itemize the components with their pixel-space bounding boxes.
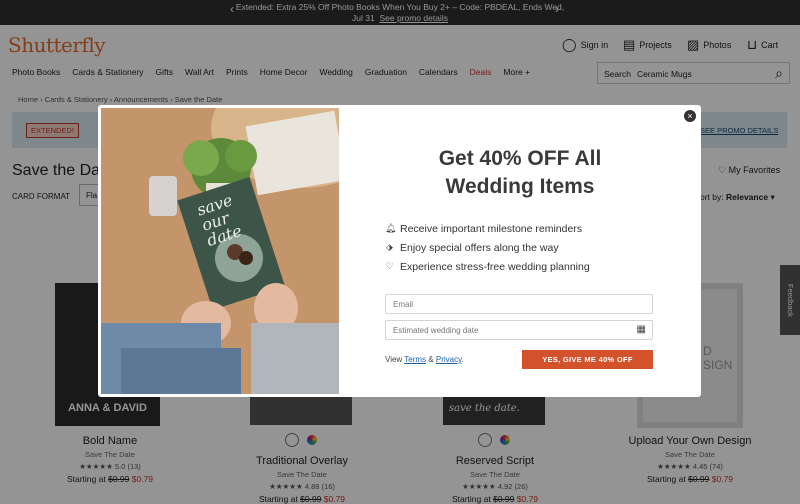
- wedding-date-placeholder: Estimated wedding date: [393, 326, 479, 335]
- calendar-icon[interactable]: ▦: [637, 324, 646, 335]
- terms-prefix: View: [385, 355, 403, 364]
- claim-offer-button[interactable]: YES, GIVE ME 40% OFF: [522, 350, 653, 369]
- save-the-date-photo: save our date: [101, 108, 339, 394]
- modal-headline: Get 40% OFF All Wedding Items: [438, 147, 602, 198]
- heart-icon: ♡: [385, 261, 394, 271]
- terms-text: View Terms & Privacy.: [385, 355, 464, 364]
- bell-icon: 🔔︎: [385, 223, 397, 233]
- tag-icon: ⬗: [386, 242, 393, 252]
- benefit-text: Experience stress-free wedding planning: [400, 260, 590, 273]
- benefit-text: Receive important milestone reminders: [400, 222, 583, 235]
- photo-illustration: [101, 108, 339, 394]
- benefit-item: ⬗ Enjoy special offers along the way: [385, 241, 590, 254]
- terms-link[interactable]: Terms: [404, 355, 426, 364]
- benefit-item: ♡ Experience stress-free wedding planning: [385, 260, 590, 273]
- benefits-list: 🔔︎ Receive important milestone reminders …: [385, 222, 590, 279]
- benefit-item: 🔔︎ Receive important milestone reminders: [385, 222, 590, 235]
- wedding-offer-modal: save our date × Get 40% OFF All Wedding …: [98, 105, 701, 397]
- close-icon[interactable]: ×: [684, 110, 696, 122]
- email-field[interactable]: Email: [385, 294, 653, 314]
- privacy-link[interactable]: Privacy: [436, 355, 462, 364]
- benefit-text: Enjoy special offers along the way: [400, 241, 559, 254]
- terms-amp: &: [428, 355, 434, 364]
- wedding-date-field[interactable]: Estimated wedding date ▦: [385, 320, 653, 340]
